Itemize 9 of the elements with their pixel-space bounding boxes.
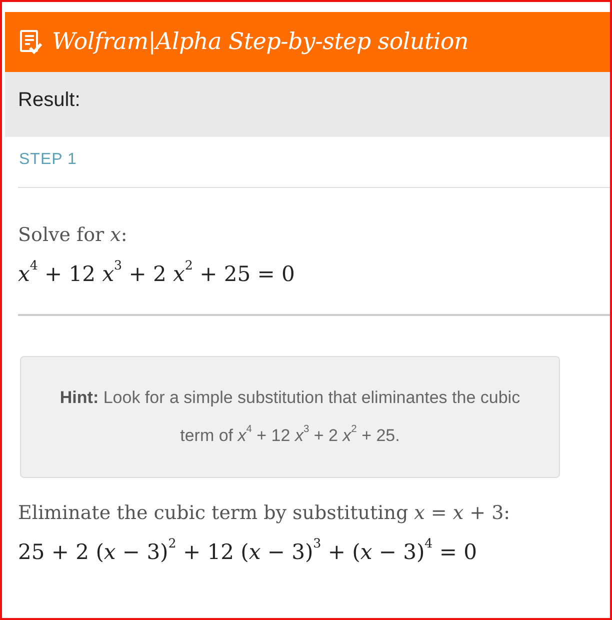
hint-box: Hint: Look for a simple substitution that eliminantes the cubic term of x$^{4}$ + 12 x$^{3}$ + 2 x$^{2}$ + 25.	[20, 356, 560, 478]
step-label: STEP 1	[18, 150, 78, 170]
instruction-text: Solve for x:	[18, 224, 128, 246]
result-label: Result:	[18, 89, 80, 112]
equation: 25 + 2 (x − 3)$^{2}$ + 12 (x − 3)$^{3}$ + (x − 3)$^{4}$ = 0	[18, 540, 478, 564]
instruction-text: Eliminate the cubic term by substituting x = x + 3:	[18, 502, 512, 524]
checklist-icon	[18, 29, 42, 55]
equation: x$^{4}$ + 12 x$^{3}$ + 2 x$^{2}$ + 25 = 0	[18, 262, 296, 286]
header-title: Wolfram|Alpha Step-by-step solution	[52, 29, 468, 55]
